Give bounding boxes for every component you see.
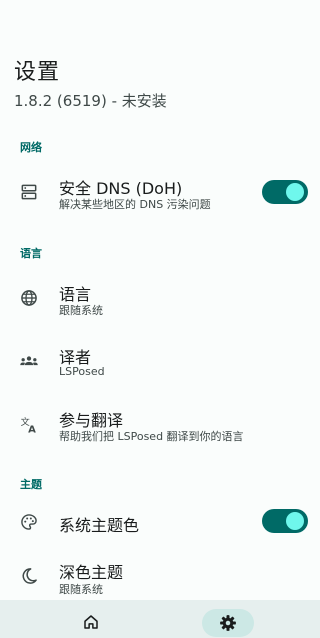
system-theme-color-switch[interactable]	[262, 509, 308, 533]
setting-summary: 跟随系统	[59, 583, 103, 596]
switch-thumb	[286, 183, 304, 201]
globe-icon	[19, 288, 39, 308]
page-title: 设置	[14, 60, 61, 85]
dns-icon	[19, 182, 39, 202]
section-header-network: 网络	[20, 141, 42, 154]
setting-summary: LSPosed	[59, 365, 105, 378]
moon-icon	[19, 566, 39, 586]
setting-title: 深色主题	[59, 563, 124, 582]
gear-icon	[219, 614, 237, 632]
secure-dns-switch[interactable]	[262, 180, 308, 204]
svg-text:A: A	[28, 424, 36, 434]
setting-dark-theme[interactable]: 深色主题 跟随系统	[0, 550, 320, 606]
setting-summary: 解决某些地区的 DNS 污染问题	[59, 198, 211, 211]
groups-icon	[19, 351, 39, 371]
nav-item-settings[interactable]	[202, 609, 254, 637]
page-subtitle: 1.8.2 (6519) - 未安装	[14, 92, 167, 110]
translate-icon: 文 A	[19, 414, 39, 436]
nav-item-home[interactable]	[50, 600, 130, 638]
setting-summary: 帮助我们把 LSPosed 翻译到你的语言	[59, 430, 244, 443]
setting-participate-translation[interactable]: 文 A 参与翻译 帮助我们把 LSPosed 翻译到你的语言	[0, 396, 320, 452]
home-icon	[82, 613, 100, 631]
palette-icon	[19, 512, 39, 532]
switch-thumb	[286, 512, 304, 530]
bottom-navigation	[0, 600, 320, 638]
setting-summary: 跟随系统	[59, 304, 103, 317]
setting-title: 系统主题色	[59, 516, 140, 535]
section-header-theme: 主题	[20, 478, 42, 491]
setting-translators[interactable]: 译者 LSPosed	[0, 333, 320, 389]
section-header-language: 语言	[20, 247, 42, 260]
setting-language[interactable]: 语言 跟随系统	[0, 270, 320, 326]
